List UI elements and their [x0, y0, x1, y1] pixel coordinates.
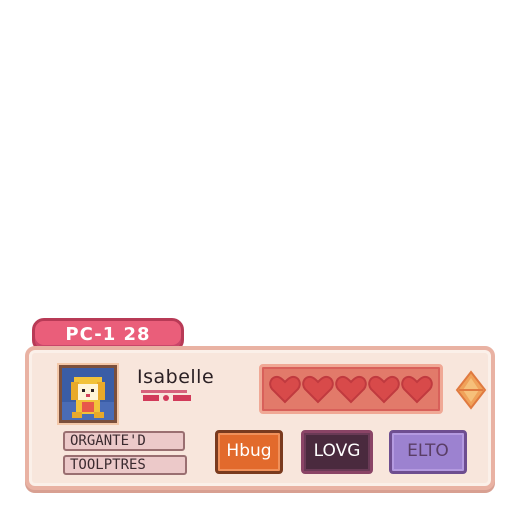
divider	[141, 390, 187, 393]
diamond-gem-icon[interactable]	[455, 370, 487, 410]
stat-pip	[163, 395, 169, 401]
stat-pip	[143, 395, 159, 401]
trait-tag[interactable]: ORGANTE'D	[63, 431, 185, 451]
heart-icon	[335, 375, 367, 404]
stat-pip	[173, 395, 191, 401]
hearts-meter	[259, 364, 443, 414]
love-button[interactable]: LOVG	[301, 430, 373, 474]
heart-icon	[401, 375, 434, 404]
heart-icon	[268, 375, 301, 404]
trait-tag[interactable]: TOOLPTRES	[63, 455, 187, 475]
game-scene: PC-1 28 Isabelle ORGANTE'D TOOLPTRES Hbu…	[0, 0, 512, 512]
dog-portrait-icon	[62, 368, 114, 420]
stat-icons	[143, 395, 191, 401]
character-card: Isabelle ORGANTE'D TOOLPTRES Hbug LOVG E…	[25, 346, 495, 490]
heart-icon	[302, 375, 334, 404]
hbug-button[interactable]: Hbug	[215, 430, 283, 474]
player-name: Isabelle	[137, 366, 215, 388]
elto-button[interactable]: ELTO	[389, 430, 467, 474]
heart-icon	[368, 375, 400, 404]
avatar[interactable]	[59, 365, 117, 423]
